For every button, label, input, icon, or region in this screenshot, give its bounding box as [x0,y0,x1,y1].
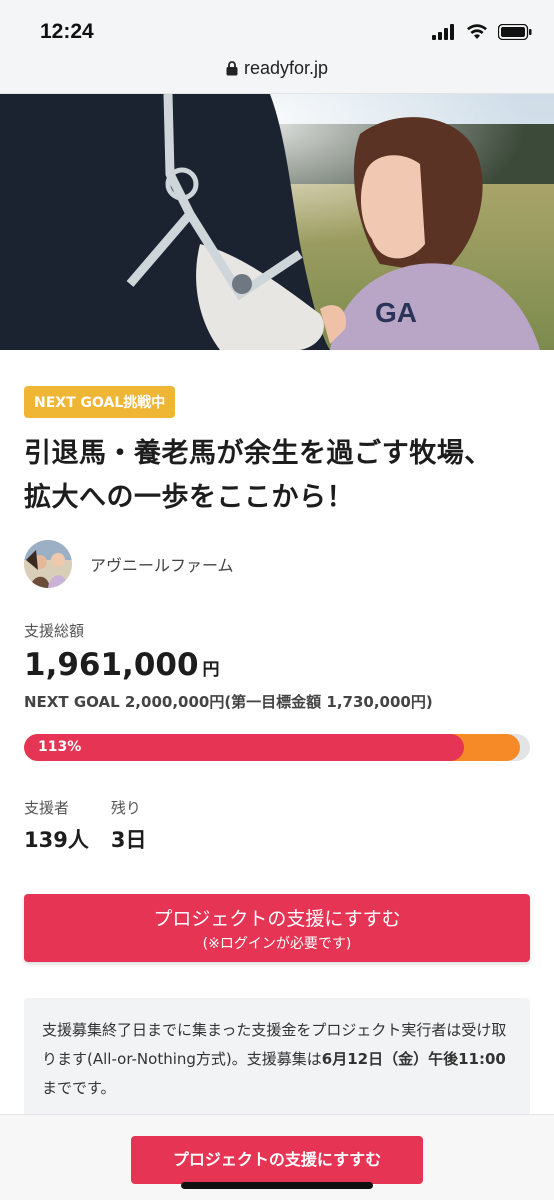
login-required-note: (※ログインが必要です) [202,936,352,952]
supporters-value: 139人 [24,828,89,852]
browser-top-bar: 12:24 readyfor.jp [0,0,554,94]
wifi-icon [467,24,487,39]
remaining-value: 3日 [110,828,147,852]
home-indicator [181,1182,373,1189]
hero-image: GA [0,94,554,350]
sticky-support-button[interactable]: プロジェクトの支援にすすむ [131,1136,423,1184]
progress-bar: 113% [24,734,530,761]
total-label: 支援総額 [24,622,85,640]
owner-name[interactable]: アヴニールファーム [90,552,234,576]
total-amount-unit: 円 [202,660,220,680]
note-deadline: 6月12日（金）午後11:00 [321,1050,506,1068]
supporters-label: 支援者 [24,799,70,817]
url-bar[interactable]: readyfor.jp [0,58,554,79]
lock-icon [226,61,238,76]
svg-text:GA: GA [375,297,417,328]
status-icons [432,24,532,40]
supporters-stat: 支援者 139人 [24,797,89,854]
progress-first-goal-fill [24,734,464,761]
note-text-end: までです。 [42,1079,116,1097]
progress-label: 113% [38,739,82,755]
remaining-stat: 残り 3日 [111,797,147,854]
total-amount-value: 1,961,000 [24,647,199,683]
next-goal-text: NEXT GOAL 2,000,000円(第一目標金額 1,730,000円) [24,693,433,711]
status-badge: NEXT GOAL挑戦中 [24,386,176,418]
status-time: 12:24 [40,20,94,43]
remaining-label: 残り [110,799,141,817]
url-text: readyfor.jp [243,58,329,78]
project-owner[interactable]: アヴニールファーム [24,540,530,588]
avatar[interactable] [24,540,72,588]
support-project-button[interactable]: プロジェクトの支援にすすむ (※ログインが必要です) [24,894,530,962]
title-line-2: 拡大への一歩をここから！ [24,482,354,513]
page-title: 引退馬・養老馬が余生を過ごす牧場、 拡大への一歩をここから！ [24,432,530,520]
signal-icon [432,24,454,40]
funding-terms-note: 支援募集終了日までに集まった支援金をプロジェクト実行者は受け取ります(All-o… [24,998,530,1119]
bottom-sticky-bar: プロジェクトの支援にすすむ [0,1114,554,1200]
project-summary: NEXT GOAL挑戦中 引退馬・養老馬が余生を過ごす牧場、 拡大への一歩をここ… [24,350,530,1119]
title-line-1: 引退馬・養老馬が余生を過ごす牧場、 [24,438,492,469]
battery-icon [498,24,532,40]
stats-row: 支援者 139人 残り 3日 [24,797,530,854]
support-button-label: プロジェクトの支援にすすむ [153,908,401,930]
total-amount: 1,961,000 円 [24,647,530,683]
